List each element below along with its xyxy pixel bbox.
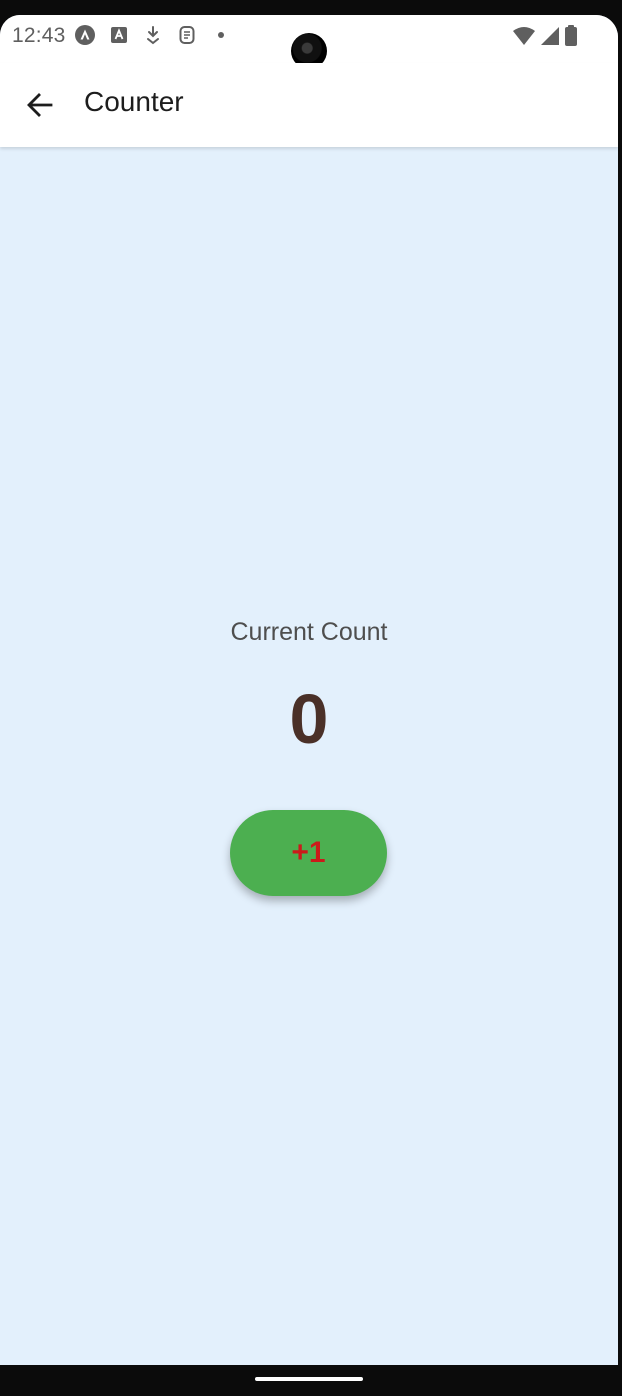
android-auto-icon <box>75 25 95 45</box>
battery-icon <box>565 25 577 46</box>
count-label: Current Count <box>230 618 388 646</box>
count-value: 0 <box>289 680 329 758</box>
wifi-icon <box>513 27 535 45</box>
dot-icon <box>218 32 224 38</box>
status-bar: 12:43 <box>0 15 618 69</box>
back-button[interactable] <box>18 83 62 127</box>
device-frame: 12:43 Counter Current Count 0 +1 <box>0 0 622 1396</box>
arrow-back-icon <box>27 93 53 117</box>
app-bar: Counter <box>0 63 618 147</box>
status-time: 12:43 <box>12 24 66 47</box>
screenshot-icon <box>179 26 195 44</box>
gesture-nav-handle[interactable] <box>255 1377 363 1381</box>
increment-button[interactable]: +1 <box>230 810 387 896</box>
status-system-icons <box>512 25 578 47</box>
signal-icon <box>541 27 559 45</box>
accessibility-a-icon <box>111 27 127 43</box>
page-title: Counter <box>84 86 184 117</box>
status-notification-icons <box>74 24 232 46</box>
download-icon <box>147 26 159 45</box>
screen: 12:43 Counter Current Count 0 +1 <box>0 15 618 1365</box>
